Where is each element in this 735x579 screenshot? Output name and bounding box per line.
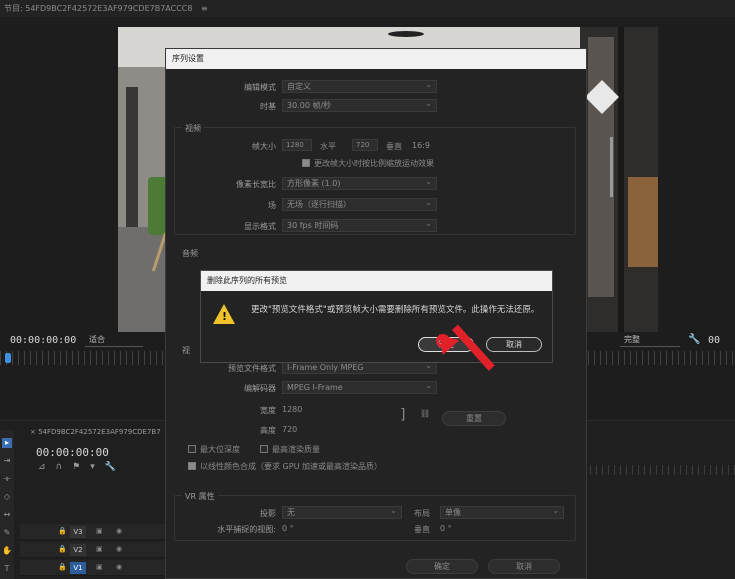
premiere-window: 节目: 54FD9BC2F42572E3AF979CDE7B7ACCC8 ≡ 0…: [0, 0, 735, 579]
v-fov-value[interactable]: 0 °: [440, 524, 452, 533]
timeline-ruler[interactable]: [590, 465, 735, 475]
timeline-sequence-tab[interactable]: × 54FD9BC2F42572E3AF979CDE7B7: [30, 428, 161, 436]
codec-select[interactable]: MPEG I-Frame: [282, 380, 437, 394]
wrench-icon[interactable]: 🔧: [688, 334, 700, 345]
razor-tool-icon[interactable]: ◇: [2, 492, 12, 502]
eye-icon[interactable]: ◉: [116, 527, 122, 535]
ok-button[interactable]: 确定: [406, 559, 478, 574]
track-row[interactable]: 🔒 V2 ▣ ◉: [20, 542, 170, 558]
delete-previews-alert: 删除此序列的所有预览 ! 更改"预览文件格式"或预览帧大小需要删除所有预览文件。…: [200, 270, 553, 363]
selection-tool-icon[interactable]: ▸: [2, 438, 12, 448]
hand-tool-icon[interactable]: ✋: [2, 546, 12, 556]
eye-icon[interactable]: ◉: [116, 563, 122, 571]
ripple-edit-tool-icon[interactable]: ⟛: [2, 474, 12, 484]
video-warm-light: [628, 177, 658, 267]
sequence-tab-label: 54FD9BC2F42572E3AF979CDE7B7: [38, 428, 161, 436]
lock-icon[interactable]: 🔒: [58, 545, 67, 553]
linear-color-label: 以线性颜色合成（要求 GPU 加速或最高渲染品质）: [200, 462, 382, 471]
video-group-label: 视频: [182, 123, 204, 134]
fit-zoom-select[interactable]: 适合: [85, 333, 143, 347]
frame-height-input[interactable]: 720: [352, 139, 378, 151]
audio-group-label: 音频: [182, 249, 198, 258]
sync-icon[interactable]: ▣: [96, 563, 103, 571]
program-monitor-tab[interactable]: 节目: 54FD9BC2F42572E3AF979CDE7B7ACCC8 ≡: [0, 0, 735, 17]
timeline-timecode[interactable]: 00:00:00:00: [36, 446, 109, 459]
field-label: 场: [268, 201, 276, 210]
width-label: 宽度: [260, 406, 276, 415]
h-fov-value[interactable]: 0 °: [282, 524, 294, 533]
scale-motion-label: 更改帧大小时按比例缩放运动效果: [314, 159, 434, 168]
display-format-select[interactable]: 30 fps 时间码: [282, 218, 437, 232]
track-label[interactable]: V3: [70, 526, 86, 538]
video-ceiling-light: [388, 31, 424, 37]
sync-icon[interactable]: ▣: [96, 527, 103, 535]
layout-select[interactable]: 单像: [440, 505, 564, 519]
video-frame-stripe: [618, 27, 624, 332]
link-bracket-icon: ]: [400, 407, 406, 423]
aspect-ratio-text: 16:9: [412, 141, 430, 150]
slip-tool-icon[interactable]: ↔: [2, 510, 12, 520]
frame-size-label: 帧大小: [252, 142, 276, 151]
tools-panel: ▸ ⇥ ⟛ ◇ ↔ ✎ ✋ T: [0, 430, 14, 579]
linear-color-checkbox[interactable]: [188, 462, 196, 470]
field-select[interactable]: 无场（逐行扫描）: [282, 197, 437, 211]
program-tab-label: 节目: 54FD9BC2F42572E3AF979CDE7B7ACCC8: [4, 4, 193, 13]
alert-message: 更改"预览文件格式"或预览帧大小需要删除所有预览文件。此操作无法还原。: [251, 305, 540, 315]
vr-group-label: VR 属性: [182, 491, 218, 502]
layout-label: 布局: [414, 509, 430, 518]
pixel-aspect-select[interactable]: 方形像素 (1.0): [282, 176, 437, 190]
video-door: [126, 87, 138, 227]
eye-icon[interactable]: ◉: [116, 545, 122, 553]
playback-quality-select[interactable]: 完整: [620, 333, 680, 347]
frame-width-input[interactable]: 1280: [282, 139, 312, 151]
playhead-marker-icon[interactable]: [5, 353, 11, 363]
track-row[interactable]: 🔒 V1 ▣ ◉: [20, 560, 170, 576]
h-fov-label: 水平捕捉的视图:: [217, 525, 276, 534]
duration-timecode: 00: [708, 335, 721, 346]
sync-icon[interactable]: ▣: [96, 545, 103, 553]
height-value[interactable]: 720: [282, 425, 297, 434]
width-value[interactable]: 1280: [282, 405, 302, 414]
timebase-label: 时基: [260, 102, 276, 111]
max-bit-depth-label: 最大位深度: [200, 445, 240, 454]
pen-tool-icon[interactable]: ✎: [2, 528, 12, 538]
scale-motion-checkbox[interactable]: [302, 159, 310, 167]
click-indicator-icon: [436, 334, 450, 348]
chain-link-icon[interactable]: ⛓: [420, 409, 430, 418]
height-label: 高度: [260, 426, 276, 435]
track-row[interactable]: 🔒 V3 ▣ ◉: [20, 524, 170, 540]
playhead-timecode[interactable]: 00:00:00:00: [10, 335, 76, 346]
track-label[interactable]: V2: [70, 544, 86, 556]
edit-mode-label: 编辑模式: [244, 83, 276, 92]
alert-cancel-button[interactable]: 取消: [486, 337, 542, 352]
horizontal-label: 水平: [320, 142, 336, 151]
cancel-button[interactable]: 取消: [488, 559, 560, 574]
alert-title: 删除此序列的所有预览: [201, 271, 552, 291]
projection-label: 投影: [260, 509, 276, 518]
reset-button[interactable]: 重置: [442, 411, 506, 426]
preview-group-label: 视: [182, 346, 190, 355]
warning-exclamation: !: [222, 310, 228, 323]
v-fov-label: 垂直: [414, 525, 430, 534]
projection-select[interactable]: 无: [282, 505, 402, 519]
dialog-title: 序列设置: [166, 49, 586, 69]
pixel-aspect-label: 像素长宽比: [236, 180, 276, 189]
video-door-handle: [610, 137, 613, 197]
preview-format-label: 预览文件格式: [228, 364, 276, 373]
max-render-quality-checkbox[interactable]: [260, 445, 268, 453]
track-label[interactable]: V1: [70, 562, 86, 574]
panel-menu-icon[interactable]: ≡: [201, 4, 208, 13]
lock-icon[interactable]: 🔒: [58, 527, 67, 535]
type-tool-icon[interactable]: T: [2, 564, 12, 574]
lock-icon[interactable]: 🔒: [58, 563, 67, 571]
timebase-select[interactable]: 30.00 帧/秒: [282, 98, 437, 112]
codec-label: 编解码器: [244, 384, 276, 393]
vertical-label: 垂直: [386, 142, 402, 151]
display-format-label: 显示格式: [244, 222, 276, 231]
max-bit-depth-checkbox[interactable]: [188, 445, 196, 453]
max-render-quality-label: 最高渲染质量: [272, 445, 320, 454]
track-select-tool-icon[interactable]: ⇥: [2, 456, 12, 466]
edit-mode-select[interactable]: 自定义: [282, 79, 437, 93]
timeline-toolbar-icons[interactable]: ⊿∩⚑▾🔧: [38, 462, 126, 472]
